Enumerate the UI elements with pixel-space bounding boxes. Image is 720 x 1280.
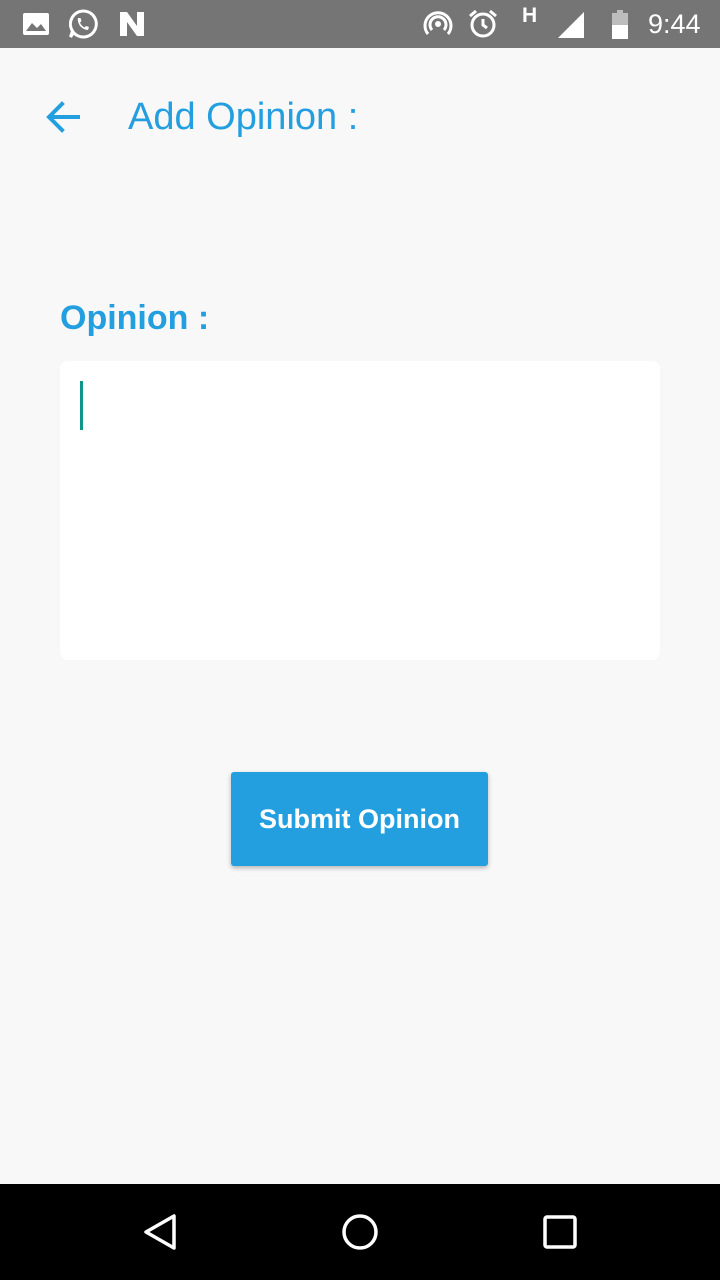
back-triangle-icon[interactable]: [136, 1208, 184, 1256]
battery-icon: [612, 10, 628, 39]
arrow-left-icon[interactable]: [40, 93, 88, 141]
image-icon: [23, 13, 49, 35]
page-title: Add Opinion :: [128, 96, 359, 138]
alarm-icon: [469, 9, 497, 38]
opinion-label: Opinion :: [60, 299, 210, 337]
opinion-input[interactable]: [60, 361, 660, 660]
status-time: 9:44: [648, 9, 701, 39]
hotspot-icon: [423, 11, 453, 35]
n-notification-icon: [120, 12, 144, 36]
submit-opinion-button[interactable]: Submit Opinion: [231, 772, 488, 866]
status-bar: H 9:44: [0, 0, 720, 48]
home-circle-icon[interactable]: [336, 1208, 384, 1256]
text-cursor: [80, 381, 83, 430]
cell-signal-icon: [558, 12, 584, 38]
navigation-bar: [0, 1184, 720, 1280]
network-type-icon: H: [522, 4, 538, 27]
whatsapp-icon: [68, 9, 98, 39]
recents-square-icon[interactable]: [536, 1208, 584, 1256]
